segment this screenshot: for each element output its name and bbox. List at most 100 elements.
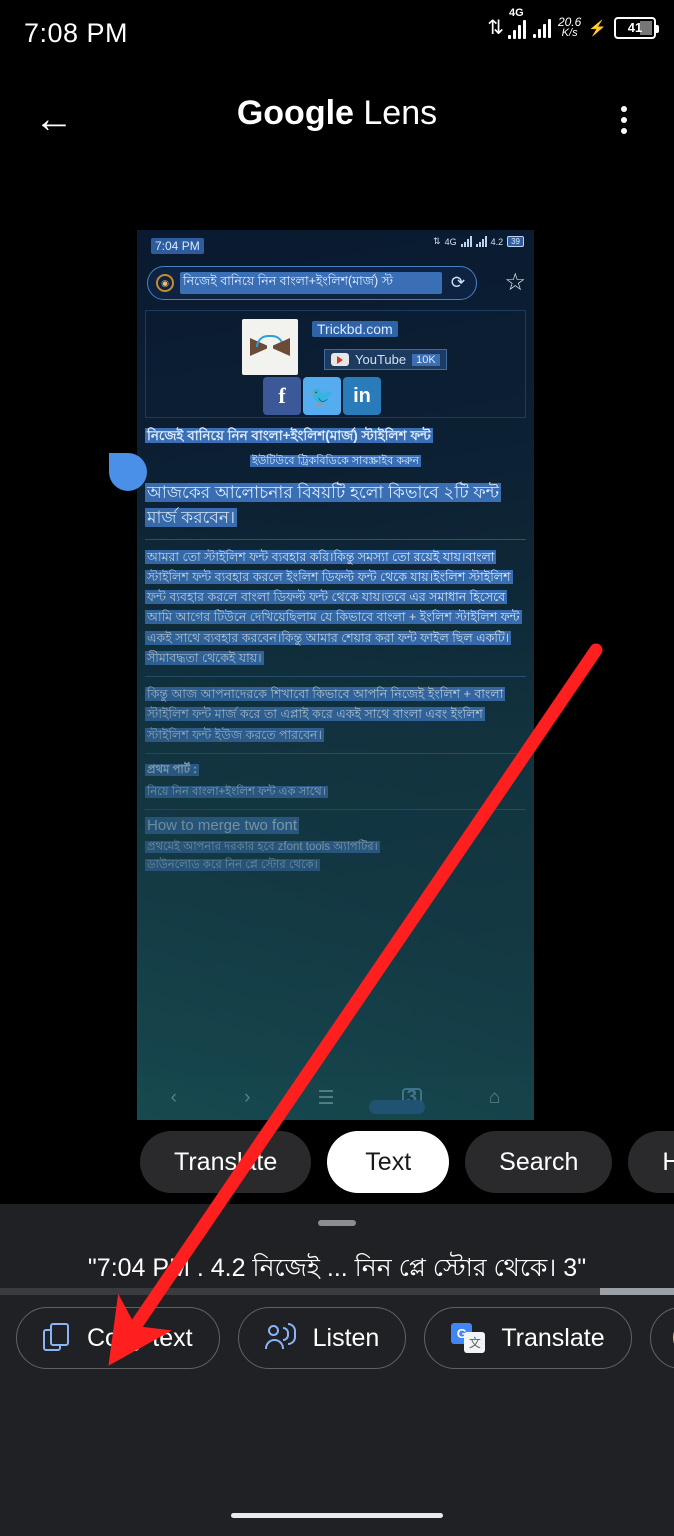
tab-search[interactable]: Search: [465, 1131, 613, 1193]
tail-1-text: প্রথমেই আপনার দরকার হবে zfont tools অ্যা…: [145, 840, 380, 853]
chevron-left-icon[interactable]: ‹: [171, 1087, 177, 1109]
inner-signal-bars-1: [460, 236, 472, 247]
captured-screenshot[interactable]: 7:04 PM ⇅ 4G 4.2 39 ◉ নিজেই বানিয়ে নিন …: [137, 230, 534, 1120]
signal-bars-2: [532, 18, 551, 38]
home-icon[interactable]: ⌂: [489, 1087, 500, 1109]
tab-text[interactable]: Text: [327, 1131, 450, 1193]
copy-icon: [43, 1323, 71, 1353]
article-lead-text: আজকের আলোচনার বিষয়টি হলো কিভাবে ২টি ফন্…: [145, 483, 502, 527]
page-title: Google Lens: [0, 94, 674, 133]
listen-label: Listen: [312, 1323, 380, 1352]
copy-text-button[interactable]: Copy text: [16, 1307, 220, 1369]
inner-battery: 39: [507, 236, 524, 247]
scrollbar-track[interactable]: [0, 1288, 674, 1295]
translate-label: Translate: [501, 1323, 605, 1352]
scrollbar-thumb[interactable]: [600, 1288, 674, 1295]
star-icon[interactable]: ☆: [504, 271, 526, 295]
divider: [145, 676, 526, 678]
battery-indicator: 41: [614, 16, 659, 39]
app-title-light: Lens: [353, 94, 438, 132]
status-indicators: ⇅ 4G 20.6 K/s ⚡ 41: [487, 7, 659, 39]
site-favicon: ◉: [156, 274, 174, 292]
part-heading: প্রথম পার্ট :: [145, 761, 526, 780]
paragraph-2-text: কিন্তু আজ আপনাদেরকে শিখাবো কিভাবে আপনি ন…: [145, 687, 506, 742]
facebook-icon[interactable]: f: [263, 377, 301, 415]
inner-nav-pill: [369, 1100, 425, 1114]
reload-icon[interactable]: ⟳: [448, 273, 468, 293]
social-links: f 🐦 in: [263, 377, 381, 415]
selection-handle-icon[interactable]: [109, 453, 147, 491]
twitter-icon[interactable]: 🐦: [303, 377, 341, 415]
article-title-text: নিজেই বানিয়ে নিন বাংলা+ইংলিশ(মার্জ) স্ট…: [145, 428, 433, 443]
divider: [145, 538, 526, 540]
menu-lines-icon[interactable]: ☰: [318, 1087, 335, 1110]
divider: [145, 752, 526, 754]
inner-network-type: 4G: [444, 236, 457, 247]
trickbd-bowtie-logo: [242, 319, 298, 375]
inner-status-clock: 7:04 PM: [151, 238, 204, 254]
article-lead: আজকের আলোচনার বিষয়টি হলো কিভাবে ২টি ফন্…: [145, 481, 526, 530]
inner-browser-nav: ‹ › ☰ 3 ⌂: [137, 1076, 534, 1120]
part-subtitle: নিয়ে নিন বাংলা+ইংলিশ ফন্ট এক সাথে।: [145, 783, 526, 802]
english-heading-text: How to merge two font: [145, 816, 300, 834]
status-clock: 7:08 PM: [24, 18, 129, 48]
translate-button[interactable]: G文 Translate: [424, 1307, 632, 1369]
inner-signal-bars-2: [475, 236, 487, 247]
inner-status-indicators: ⇅ 4G 4.2 39: [433, 236, 524, 247]
tab-homework[interactable]: Homework: [628, 1131, 674, 1193]
google-translate-icon: G文: [451, 1323, 486, 1353]
charging-bolt-icon: ⚡: [588, 19, 607, 37]
youtube-count: 10K: [412, 353, 440, 366]
bowtie-shape: [250, 335, 290, 358]
copy-text-label: Copy text: [87, 1323, 193, 1352]
youtube-label: YouTube: [355, 352, 407, 367]
capture-viewport[interactable]: 7:04 PM ⇅ 4G 4.2 39 ◉ নিজেই বানিয়ে নিন …: [0, 176, 674, 1136]
inner-status-bar: 7:04 PM ⇅ 4G 4.2 39: [137, 230, 534, 262]
tail-2-text: ডাউনলোড করে নিন প্লে স্টোর থেকে।: [145, 859, 320, 872]
article-paragraph-1: আমরা তো স্টাইলিশ ফন্ট ব্যবহার করি।কিন্তু…: [145, 547, 526, 669]
youtube-button[interactable]: YouTube 10K: [324, 349, 447, 370]
article-paragraph-2: কিন্তু আজ আপনাদেরকে শিখাবো কিভাবে আপনি ন…: [145, 684, 526, 745]
site-header-card: Trickbd.com YouTube 10K f 🐦 in: [145, 310, 526, 418]
app-title-bold: Google: [236, 94, 354, 132]
subscribe-text: ইউটিউবে ট্রিকবিডিকে সাবস্ক্রাইব করুন: [249, 455, 422, 468]
inner-data-speed: 4.2: [490, 236, 504, 247]
english-heading: How to merge two font: [145, 816, 526, 834]
article-tail-1: প্রথমেই আপনার দরকার হবে zfont tools অ্যা…: [145, 838, 526, 856]
youtube-icon: [331, 353, 349, 366]
chevron-right-icon[interactable]: ›: [244, 1087, 250, 1109]
tab-translate[interactable]: Translate: [140, 1131, 312, 1193]
article-title: নিজেই বানিয়ে নিন বাংলা+ইংলিশ(মার্জ) স্ট…: [145, 426, 526, 446]
action-chips: Copy text Listen G文 Translate: [0, 1304, 674, 1372]
app-bar: ← Google Lens: [0, 82, 674, 158]
inner-url-bar[interactable]: ◉ নিজেই বানিয়ে নিন বাংলা+ইংলিশ(মার্জ) স…: [147, 266, 477, 300]
inner-data-transfer-icon: ⇅: [433, 236, 441, 246]
signal-group-1: 4G: [507, 7, 526, 39]
listen-button[interactable]: Listen: [237, 1307, 407, 1369]
network-type-label: 4G: [508, 6, 524, 19]
subscribe-line: ইউটিউবে ট্রিকবিডিকে সাবস্ক্রাইব করুন: [145, 452, 526, 471]
article-tail-2: ডাউনলোড করে নিন প্লে স্টোর থেকে।: [145, 856, 526, 874]
data-speed: 20.6 K/s: [558, 16, 581, 39]
brand-name: Trickbd.com: [312, 321, 398, 337]
battery-level: 41: [627, 20, 643, 35]
signal-bars-1: [507, 19, 526, 39]
linkedin-icon[interactable]: in: [343, 377, 381, 415]
home-indicator: [231, 1513, 443, 1518]
divider: [145, 808, 526, 810]
listen-icon: [264, 1323, 297, 1353]
selected-text-quote: "7:04 PM . 4.2 নিজেই ... নিন প্লে স্টোর …: [87, 1254, 587, 1282]
paragraph-1-text: আমরা তো স্টাইলিশ ফন্ট ব্যবহার করি।কিন্তু…: [145, 549, 522, 665]
tab-count-icon[interactable]: 3: [401, 1087, 422, 1108]
data-speed-unit: K/s: [561, 27, 578, 39]
google-lens-screen: 7:08 PM ⇅ 4G 20.6 K/s ⚡ 41 ← Google Lens: [0, 0, 674, 1536]
more-vertical-icon[interactable]: [604, 98, 644, 142]
status-bar: 7:08 PM ⇅ 4G 20.6 K/s ⚡ 41: [0, 0, 674, 70]
google-search-button[interactable]: [649, 1307, 674, 1369]
url-text: নিজেই বানিয়ে নিন বাংলা+ইংলিশ(মার্জ) স্ট: [180, 272, 442, 294]
drag-handle-icon[interactable]: [318, 1220, 356, 1226]
part-heading-text: প্রথম পার্ট :: [145, 763, 200, 776]
part-subtitle-text: নিয়ে নিন বাংলা+ইংলিশ ফন্ট এক সাথে।: [145, 785, 328, 798]
lens-mode-tabs: Translate Text Search Homework: [0, 1128, 674, 1196]
article-body: নিজেই বানিয়ে নিন বাংলা+ইংলিশ(মার্জ) স্ট…: [145, 426, 526, 875]
